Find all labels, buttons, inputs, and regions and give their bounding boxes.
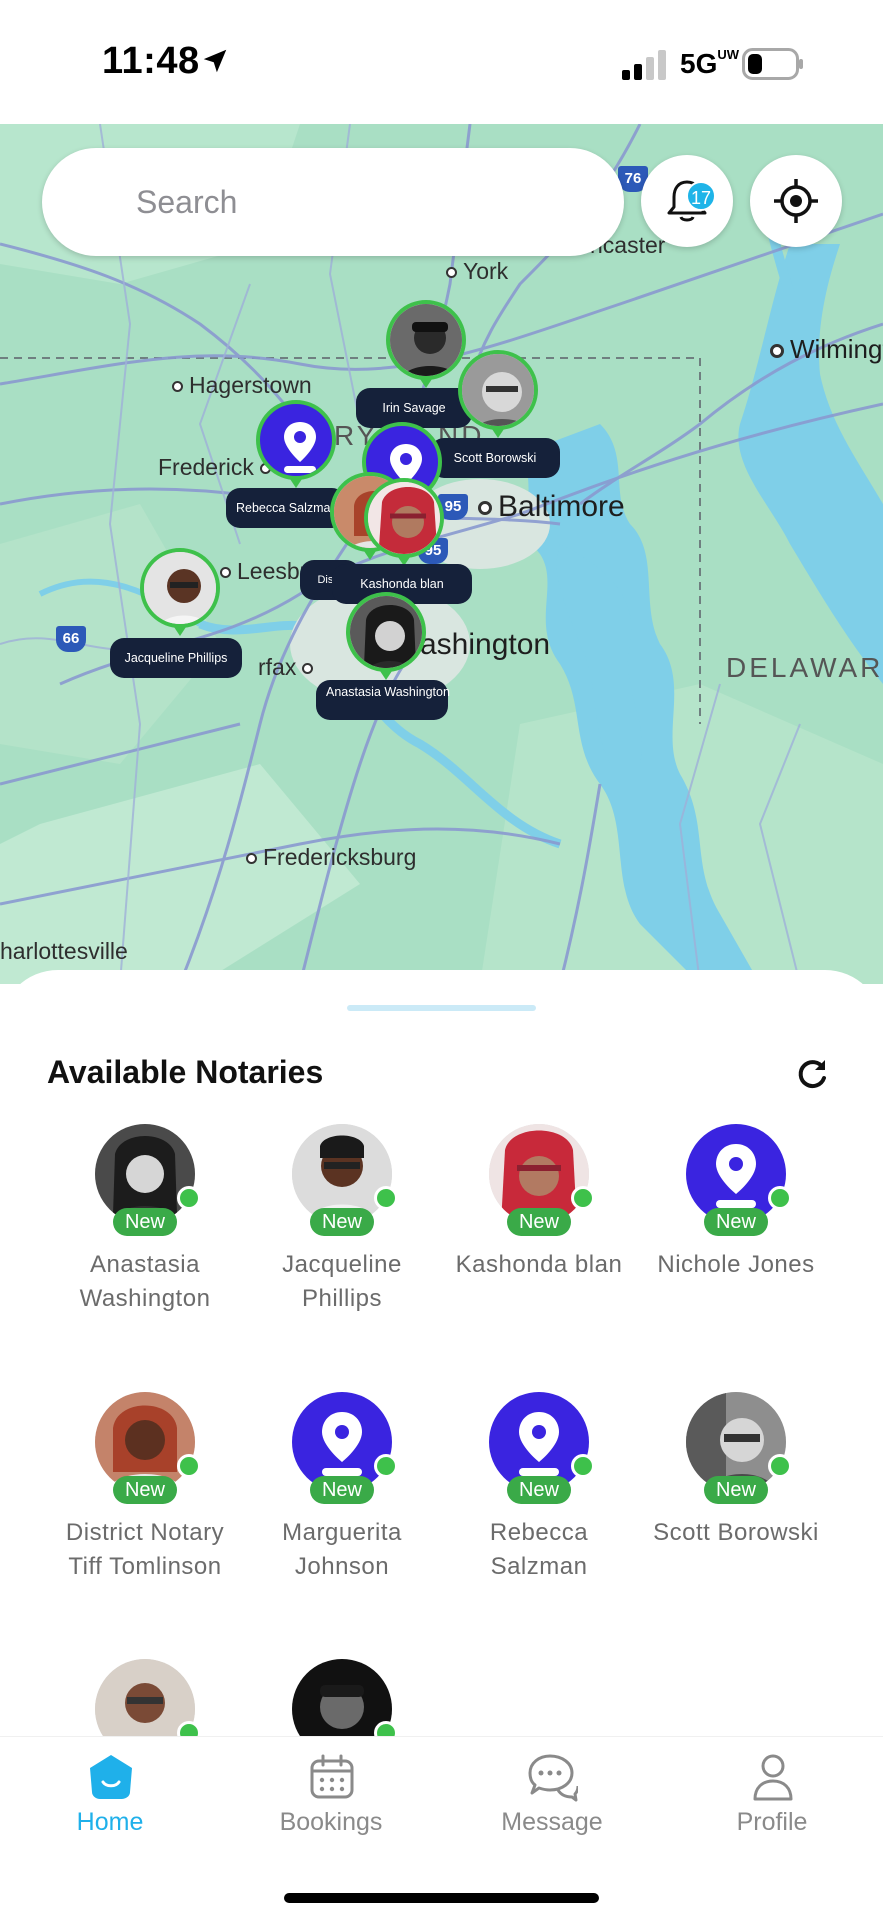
map-marker-irin-savage[interactable] <box>386 300 466 390</box>
map-marker-kashonda-blan[interactable] <box>364 478 444 568</box>
search-input[interactable] <box>42 148 624 256</box>
notary-name: Rebecca Salzman <box>489 1519 589 1580</box>
online-indicator <box>571 1186 595 1210</box>
notary-name: Anastasia Washington <box>79 1251 211 1312</box>
online-indicator <box>768 1186 792 1210</box>
home-indicator <box>284 1893 599 1903</box>
map-marker-label: Scott Borowski <box>430 438 560 478</box>
tab-label: Profile <box>736 1808 808 1836</box>
tab-message[interactable]: Message <box>472 1752 632 1852</box>
online-indicator <box>768 1454 792 1478</box>
online-indicator <box>374 1186 398 1210</box>
location-arrow-icon <box>203 49 227 73</box>
section-title: Available Notaries <box>47 1054 324 1090</box>
map-state-delaware: DELAWAR <box>726 652 883 683</box>
map-city-hagerstown: Hagerstown <box>172 372 312 399</box>
new-badge: New <box>704 1208 768 1236</box>
new-badge: New <box>310 1476 374 1504</box>
map-marker-pin[interactable] <box>256 400 336 490</box>
online-indicator <box>571 1454 595 1478</box>
map-city-fairfax: rfax <box>258 654 319 681</box>
network-label: 5GUW <box>680 47 740 80</box>
home-icon <box>90 1755 132 1799</box>
map-marker-jacqueline-phillips[interactable] <box>140 548 220 638</box>
map-city-baltimore: Baltimore <box>478 490 625 524</box>
notary-name: Jacqueline Phillips <box>282 1251 402 1312</box>
status-bar: 11:48 5GUW <box>0 0 883 124</box>
notary-name: Marguerita Johnson <box>282 1519 402 1580</box>
chat-icon <box>528 1754 578 1802</box>
tab-label: Message <box>501 1808 603 1836</box>
status-time: 11:48 <box>102 40 200 82</box>
new-badge: New <box>507 1208 571 1236</box>
notification-count-badge: 17 <box>686 181 716 211</box>
new-badge: New <box>507 1476 571 1504</box>
tab-label: Bookings <box>279 1808 383 1836</box>
cellular-signal-icon <box>622 50 666 80</box>
calendar-icon <box>310 1754 354 1799</box>
map-marker-label: Rebecca Salzman <box>226 488 346 528</box>
notary-name: District Notary Tiff Tomlinson <box>65 1519 225 1580</box>
my-location-button[interactable] <box>750 155 842 247</box>
person-icon <box>753 1754 793 1801</box>
map-marker-scott-borowski[interactable] <box>458 350 538 440</box>
new-badge: New <box>113 1208 177 1236</box>
map-city-charlottesville: harlottesville <box>0 938 128 964</box>
new-badge: New <box>704 1476 768 1504</box>
tab-home[interactable]: Home <box>30 1752 190 1852</box>
notary-name: Kashonda blan <box>455 1251 623 1278</box>
map-city-fredericksburg: Fredericksburg <box>246 844 416 871</box>
new-badge: New <box>310 1208 374 1236</box>
online-indicator <box>374 1454 398 1478</box>
map-marker-label: Anastasia Washington <box>316 680 450 720</box>
online-indicator <box>177 1186 201 1210</box>
crosshair-location-icon <box>774 179 818 223</box>
map-marker-anastasia-washington[interactable] <box>346 592 426 682</box>
map-city-washington: ashington <box>420 628 551 661</box>
map-city-leesburg: Leesbu <box>220 558 312 585</box>
map-city-york: York <box>446 258 508 285</box>
tab-bookings[interactable]: Bookings <box>251 1752 411 1852</box>
tab-label: Home <box>76 1808 144 1836</box>
notary-name: Nichole Jones <box>657 1251 815 1278</box>
refresh-icon[interactable] <box>794 1056 830 1092</box>
highway-shield: 66 <box>56 626 86 652</box>
sheet-drag-handle[interactable] <box>347 1005 536 1011</box>
map-marker-label: Jacqueline Phillips <box>110 638 242 678</box>
battery-icon <box>742 48 803 80</box>
map-city-wilmington: Wilmingt <box>770 334 883 365</box>
search-placeholder: Search <box>136 184 238 220</box>
new-badge: New <box>113 1476 177 1504</box>
notary-name: Scott Borowski <box>653 1519 819 1546</box>
online-indicator <box>177 1454 201 1478</box>
tab-profile[interactable]: Profile <box>692 1752 852 1852</box>
